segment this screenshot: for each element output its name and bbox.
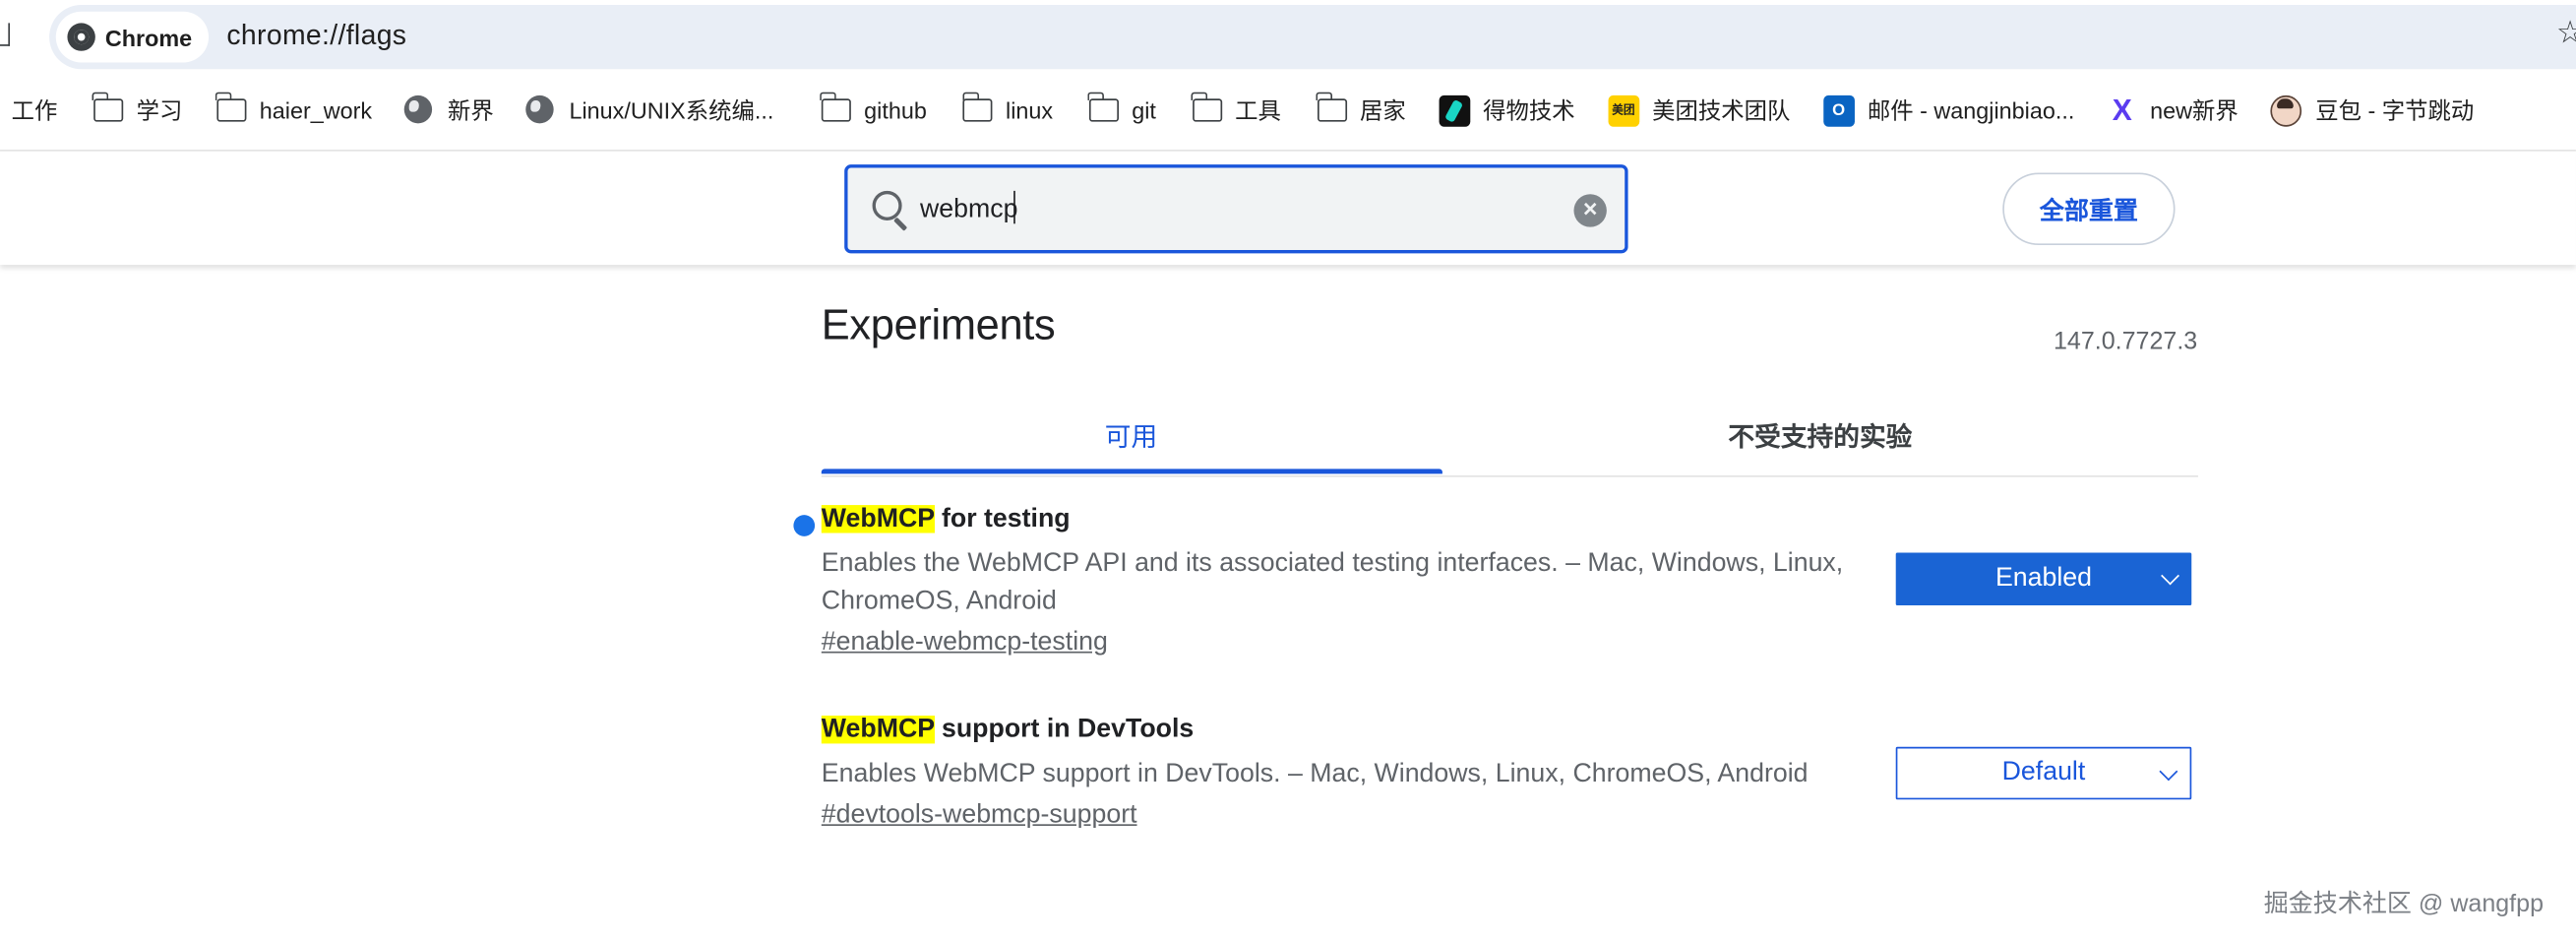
- bookmark-item[interactable]: 居家: [1316, 83, 1406, 139]
- flag-state-select[interactable]: Default: [1895, 746, 2192, 800]
- reset-all-button[interactable]: 全部重置: [2002, 172, 2176, 246]
- flag-state-select[interactable]: Enabled: [1895, 552, 2192, 606]
- bookmark-label: 美团技术团队: [1652, 96, 1791, 124]
- active-tab-indicator: [821, 469, 1442, 474]
- tab-available[interactable]: 可用: [822, 390, 1441, 477]
- globe-icon: [404, 94, 433, 124]
- search-icon: [872, 190, 902, 220]
- search-highlight: WebMCP: [821, 716, 935, 744]
- bookmark-label: 得物技术: [1483, 96, 1575, 124]
- flag-description: Enables the WebMCP API and its associate…: [821, 549, 1844, 616]
- bookmark-item[interactable]: 工作: [12, 83, 58, 139]
- bookmark-label: linux: [1006, 96, 1054, 124]
- flag-entry: WebMCP support in DevTools Enables WebMC…: [821, 713, 2201, 835]
- bookmark-label: 豆包 - 字节跳动: [2315, 96, 2475, 124]
- folder-icon: [1087, 92, 1119, 122]
- dewu-icon: [1439, 94, 1470, 126]
- bookmark-item[interactable]: linux: [961, 83, 1054, 139]
- modified-dot-icon: [793, 515, 816, 536]
- folder-icon: [1316, 92, 1347, 122]
- tab-bar: 可用 不受支持的实验: [821, 390, 2198, 477]
- bookmark-item[interactable]: git: [1087, 83, 1156, 139]
- outlook-icon: O: [1822, 94, 1855, 126]
- bookmark-star-icon[interactable]: ☆: [2556, 15, 2576, 52]
- folder-icon: [820, 92, 851, 122]
- search-box[interactable]: ×: [844, 164, 1628, 254]
- folder-icon: [215, 92, 247, 122]
- bookmarks-bar: 工作 学习 haier_work 新界 Linux/UNIX系统编... git…: [0, 83, 2576, 139]
- toolbar: Chrome chrome://flags ☆: [0, 0, 2576, 76]
- bookmark-item[interactable]: github: [820, 83, 927, 139]
- bookmark-label: 邮件 - wangjinbiao...: [1867, 96, 2075, 124]
- site-chip-label: Chrome: [104, 24, 193, 50]
- chevron-down-icon: [2161, 566, 2179, 586]
- bookmark-item[interactable]: 美团 美团技术团队: [1608, 83, 1790, 139]
- home-icon[interactable]: [0, 23, 11, 46]
- select-value: Default: [2001, 758, 2086, 786]
- bookmark-label: github: [864, 96, 927, 124]
- site-chip[interactable]: Chrome: [55, 11, 209, 63]
- chevron-down-icon: [2159, 762, 2178, 782]
- bookmark-label: 学习: [136, 96, 183, 124]
- bookmark-label: new新界: [2150, 96, 2239, 124]
- bookmark-label: 新界: [447, 96, 494, 124]
- omnibox[interactable]: Chrome chrome://flags: [49, 5, 2576, 70]
- clear-search-icon[interactable]: ×: [1573, 194, 1607, 227]
- flag-title-rest: for testing: [934, 505, 1071, 533]
- bookmark-label: 工具: [1235, 96, 1281, 124]
- version-label: 147.0.7727.3: [2054, 327, 2198, 356]
- bookmark-item[interactable]: 工具: [1191, 83, 1281, 139]
- bookmark-item[interactable]: 新界: [404, 83, 494, 139]
- bookmark-item[interactable]: 豆包 - 字节跳动: [2271, 83, 2474, 139]
- tab-unavailable[interactable]: 不受支持的实验: [1492, 390, 2149, 477]
- chrome-window: Chrome chrome://flags ☆ 工作 学习 haier_work…: [0, 0, 2576, 941]
- text-caret: [1013, 190, 1015, 224]
- meituan-icon: 美团: [1608, 94, 1639, 126]
- bookmark-item[interactable]: haier_work: [215, 83, 373, 139]
- url-text[interactable]: chrome://flags: [226, 20, 406, 52]
- doubao-icon: [2271, 94, 2302, 126]
- flag-description: Enables WebMCP support in DevTools. – Ma…: [821, 760, 1809, 788]
- select-value: Enabled: [1994, 564, 2093, 593]
- folder-icon: [92, 92, 124, 122]
- bookmark-label: haier_work: [259, 96, 373, 124]
- x-icon: X: [2112, 94, 2132, 127]
- folder-icon: [1191, 92, 1222, 122]
- bookmark-label: git: [1132, 96, 1156, 124]
- flag-permalink[interactable]: #enable-webmcp-testing: [822, 625, 2201, 661]
- search-highlight: WebMCP: [821, 505, 935, 533]
- watermark: 掘金技术社区 @ wangfpp: [2263, 890, 2545, 918]
- flag-entry: WebMCP for testing Enables the WebMCP AP…: [793, 502, 2201, 661]
- flag-permalink[interactable]: #devtools-webmcp-support: [822, 798, 2201, 835]
- flag-title: WebMCP for testing: [821, 502, 2201, 538]
- page-title: Experiments: [821, 299, 1056, 349]
- bookmark-item[interactable]: 学习: [92, 83, 183, 139]
- bookmark-label: 工作: [11, 96, 58, 124]
- bookmark-item[interactable]: 得物技术: [1439, 83, 1575, 139]
- bookmark-label: 居家: [1359, 96, 1406, 124]
- bookmark-item[interactable]: X new新界: [2108, 83, 2239, 139]
- flags-header: × 全部重置: [0, 151, 2576, 266]
- flag-title-rest: support in DevTools: [934, 716, 1195, 744]
- flag-title: WebMCP support in DevTools: [821, 713, 2201, 749]
- globe-icon: [526, 94, 555, 124]
- bookmark-label: Linux/UNIX系统编...: [569, 96, 774, 124]
- folder-icon: [961, 92, 993, 122]
- bookmark-item[interactable]: O 邮件 - wangjinbiao...: [1822, 83, 2075, 139]
- chrome-icon: [67, 23, 95, 51]
- bookmark-item[interactable]: Linux/UNIX系统编...: [526, 83, 773, 139]
